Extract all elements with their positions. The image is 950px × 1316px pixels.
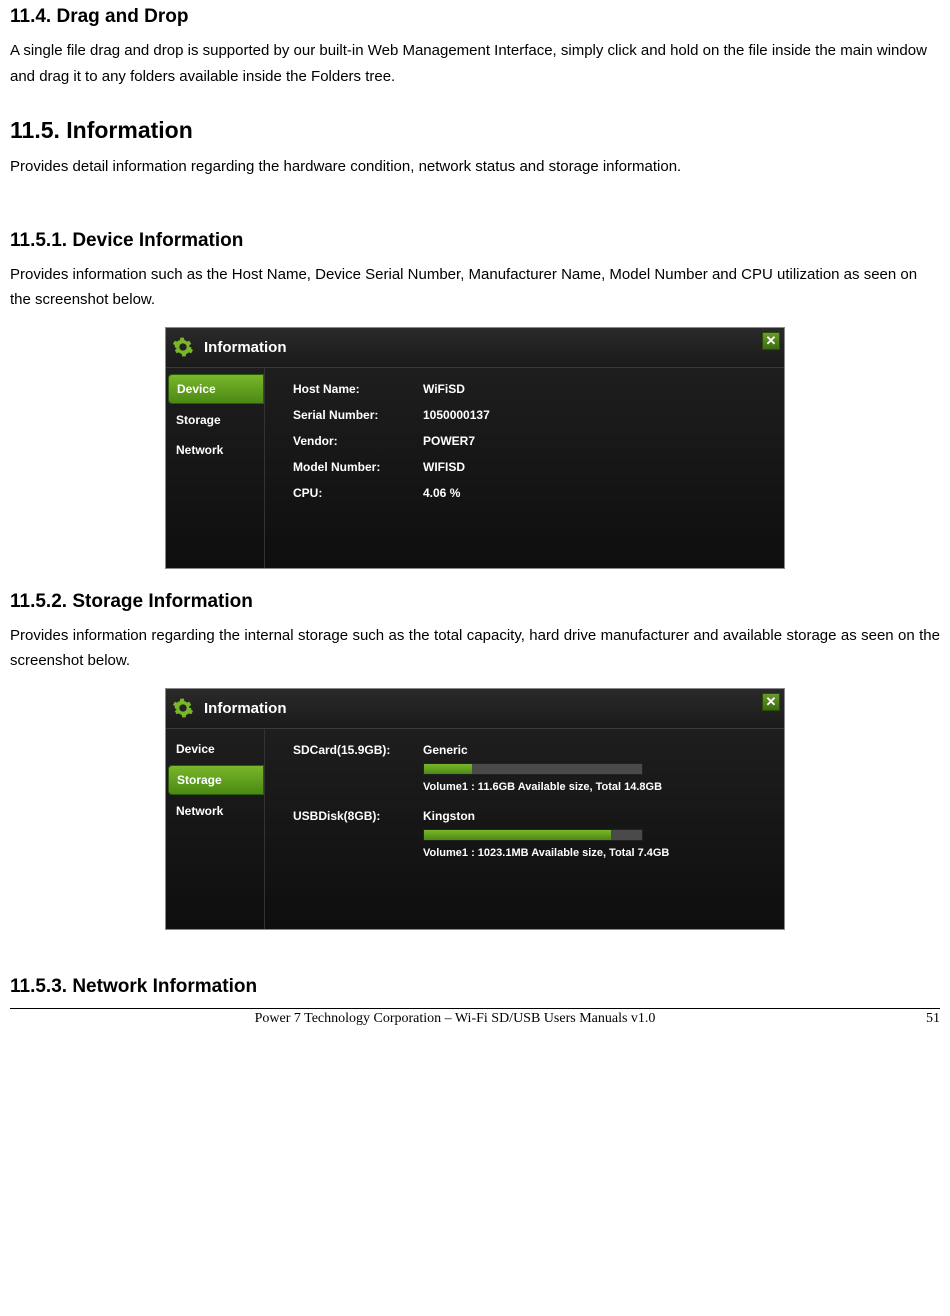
paragraph-11-5-1: Provides information such as the Host Na… [10,262,940,313]
value-host-name: WiFiSD [423,382,770,396]
sidebar-item-device[interactable]: Device [168,374,264,404]
storage-info-dialog: Information ✕ Device Storage Network SDC… [165,688,785,930]
label-usbdisk: USBDisk(8GB): [293,809,423,823]
progress-bar-usbdisk [423,829,643,841]
dialog-title: Information [204,700,287,717]
heading-11-5-3: 11.5.3. Network Information [10,976,940,998]
paragraph-11-4: A single file drag and drop is supported… [10,38,940,89]
table-row: CPU: 4.06 % [293,486,770,500]
caption-usbdisk: Volume1 : 1023.1MB Available size, Total… [423,847,770,859]
table-row: Host Name: WiFiSD [293,382,770,396]
progress-bar-sdcard [423,763,643,775]
label-serial-number: Serial Number: [293,408,423,422]
table-row: Serial Number: 1050000137 [293,408,770,422]
paragraph-11-5-2: Provides information regarding the inter… [10,623,940,674]
heading-11-5-1: 11.5.1. Device Information [10,230,940,252]
sidebar-item-network[interactable]: Network [168,797,264,825]
dialog-titlebar: Information ✕ [166,328,784,368]
dialog-sidebar: Device Storage Network [166,729,264,929]
value-serial-number: 1050000137 [423,408,770,422]
footer-text: Power 7 Technology Corporation – Wi-Fi S… [10,1011,900,1027]
footer-page-number: 51 [900,1011,940,1027]
label-model-number: Model Number: [293,460,423,474]
sidebar-item-device[interactable]: Device [168,735,264,763]
table-row: Vendor: POWER7 [293,434,770,448]
value-usbdisk-brand: Kingston [423,809,475,823]
value-model-number: WIFISD [423,460,770,474]
value-sdcard-brand: Generic [423,743,468,757]
value-cpu: 4.06 % [423,486,770,500]
caption-sdcard: Volume1 : 11.6GB Available size, Total 1… [423,781,770,793]
dialog-sidebar: Device Storage Network [166,368,264,568]
storage-info-panel: SDCard(15.9GB): Generic Volume1 : 11.6GB… [264,729,784,929]
label-cpu: CPU: [293,486,423,500]
label-vendor: Vendor: [293,434,423,448]
close-button[interactable]: ✕ [762,693,780,711]
heading-11-4: 11.4. Drag and Drop [10,6,940,28]
label-host-name: Host Name: [293,382,423,396]
gear-icon [172,336,194,358]
sidebar-item-network[interactable]: Network [168,436,264,464]
page-footer: Power 7 Technology Corporation – Wi-Fi S… [10,1008,940,1027]
gear-icon [172,697,194,719]
device-info-panel: Host Name: WiFiSD Serial Number: 1050000… [264,368,784,568]
paragraph-11-5: Provides detail information regarding th… [10,154,940,180]
dialog-title: Information [204,339,287,356]
heading-11-5: 11.5. Information [10,117,940,144]
progress-fill-sdcard [424,764,472,774]
heading-11-5-2: 11.5.2. Storage Information [10,591,940,613]
close-button[interactable]: ✕ [762,332,780,350]
label-sdcard: SDCard(15.9GB): [293,743,423,757]
sidebar-item-storage[interactable]: Storage [168,765,264,795]
progress-fill-usbdisk [424,830,611,840]
dialog-titlebar: Information ✕ [166,689,784,729]
storage-item-sdcard: SDCard(15.9GB): Generic Volume1 : 11.6GB… [293,743,770,793]
device-info-dialog: Information ✕ Device Storage Network Hos… [165,327,785,569]
table-row: Model Number: WIFISD [293,460,770,474]
sidebar-item-storage[interactable]: Storage [168,406,264,434]
value-vendor: POWER7 [423,434,770,448]
storage-item-usbdisk: USBDisk(8GB): Kingston Volume1 : 1023.1M… [293,809,770,859]
